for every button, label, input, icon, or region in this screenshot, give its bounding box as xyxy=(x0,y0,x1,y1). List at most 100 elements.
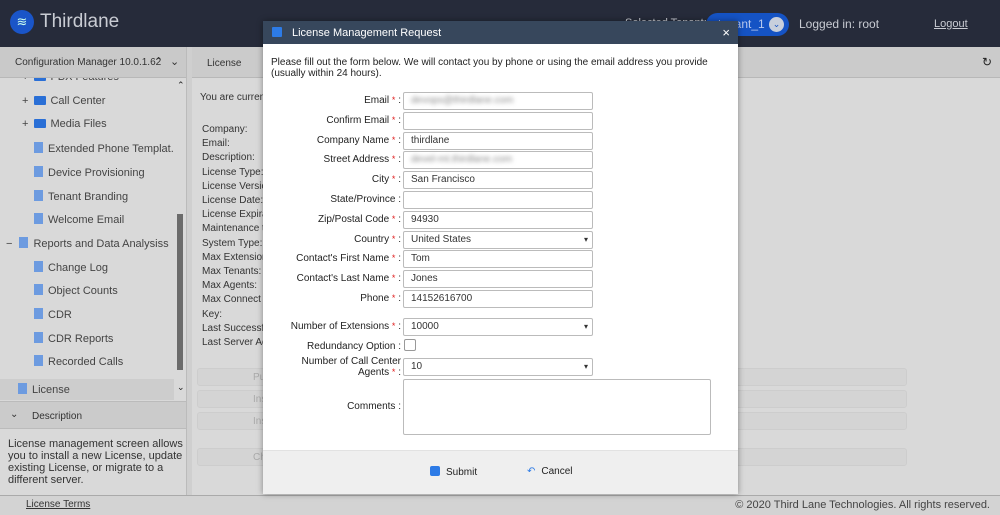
form-row: City * : San Francisco xyxy=(263,171,738,191)
contact-s-last-name-input[interactable]: Jones xyxy=(403,270,593,289)
sidebar-title: Configuration Manager 10.0.1.62 xyxy=(15,57,162,68)
sidebar-item[interactable]: + Call Center xyxy=(22,95,105,115)
form-row: Company Name * : thirdlane xyxy=(263,131,738,152)
license-field-label: Company: xyxy=(202,124,248,135)
state-province-input[interactable] xyxy=(403,191,593,209)
redundancy-row: Redundancy Option : xyxy=(263,338,738,358)
sidebar-item[interactable]: Object Counts xyxy=(34,284,118,304)
sidebar-item[interactable]: +PBX Features xyxy=(22,78,119,91)
form-row: Contact's Last Name * : Jones xyxy=(263,270,738,290)
license-field-label: Max Tenants: xyxy=(202,266,262,277)
sidebar-item[interactable]: CDR Reports xyxy=(34,331,113,352)
document-icon xyxy=(34,165,43,177)
sidebar-item[interactable]: Change Log xyxy=(34,260,108,281)
description-panel-header[interactable]: ⌄ Description xyxy=(0,401,186,429)
form-row: Street Address * : devel-mt.thirdlane.com xyxy=(263,151,738,171)
submit-button[interactable]: Submit xyxy=(430,466,477,478)
submit-icon xyxy=(430,466,440,476)
dialog-title: License Management Request xyxy=(292,27,442,39)
brand-name: Thirdlane xyxy=(40,11,120,32)
cancel-button[interactable]: ↶ Cancel xyxy=(527,466,573,477)
license-field-label: Maintenance t xyxy=(202,223,265,235)
form-row: Zip/Postal Code * :94930 xyxy=(263,210,738,231)
form-row: Country * : United States xyxy=(263,230,738,251)
license-field-label: License Date: xyxy=(202,195,264,206)
dialog-title-bar: License Management Request × xyxy=(263,21,738,44)
expand-icon[interactable]: + xyxy=(22,78,28,83)
footer: License Terms © 2020 Third Lane Technolo… xyxy=(0,495,1000,515)
email-input[interactable]: devops@thirdlane.com xyxy=(403,92,593,110)
license-field-label: Max Agents: xyxy=(202,280,258,292)
dialog-footer: Submit ↶ Cancel xyxy=(263,450,738,494)
sidebar-item[interactable]: Welcome Email xyxy=(34,213,124,233)
folder-icon xyxy=(34,119,47,129)
license-field-label: Max Connect xyxy=(202,294,261,306)
license-field-label: License Type: xyxy=(202,166,264,178)
document-icon xyxy=(19,236,29,248)
thirdlane-logo-icon: ≋ xyxy=(10,10,34,34)
zip-postal-code-input[interactable]: 94930 xyxy=(403,210,593,229)
sidebar-header: Configuration Manager 10.0.1.62 ⌃ ⌄ xyxy=(0,47,186,78)
expand-icon[interactable]: + xyxy=(22,95,28,107)
license-field-label: License Versic xyxy=(202,180,267,192)
document-icon xyxy=(34,189,43,201)
license-field-label: Last Server Ac xyxy=(202,337,268,348)
comments-textarea[interactable] xyxy=(403,379,711,435)
license-field-label: Max Extensior xyxy=(202,251,266,263)
folder-icon xyxy=(34,78,47,81)
city-input[interactable]: San Francisco xyxy=(403,171,593,190)
sidebar-item[interactable]: Device Provisioning xyxy=(34,165,145,186)
agents-select[interactable]: 10 xyxy=(403,358,593,376)
collapse-all-icon[interactable]: ⌃ xyxy=(154,55,163,68)
document-icon xyxy=(34,308,43,319)
refresh-icon[interactable]: ↻ xyxy=(982,55,992,69)
document-icon xyxy=(34,331,43,343)
street-address-input[interactable]: devel-mt.thirdlane.com xyxy=(403,151,593,170)
expand-icon[interactable]: + xyxy=(22,118,28,130)
license-field-label: System Type: xyxy=(202,237,263,249)
license-terms-link[interactable]: License Terms xyxy=(26,499,90,510)
sidebar-item[interactable]: CDR xyxy=(34,308,72,328)
confirm-email-input[interactable] xyxy=(403,111,593,130)
sidebar-item[interactable]: Extended Phone Templat... xyxy=(34,142,174,162)
sidebar-item[interactable]: + Media Files xyxy=(22,118,107,138)
license-field-label: License Expira xyxy=(202,209,268,221)
chevron-down-icon: ⌄ xyxy=(10,409,19,420)
form-row: Contact's First Name * : Tom xyxy=(263,250,738,270)
license-field-label: Last Successfi xyxy=(202,322,267,334)
extensions-row: Number of Extensions * :10000 xyxy=(263,318,738,338)
form-row: Email * : devops@thirdlane.com xyxy=(263,92,738,112)
form-row: State/Province : xyxy=(263,191,738,211)
scrollbar-thumb[interactable] xyxy=(177,214,183,370)
expand-all-icon[interactable]: ⌄ xyxy=(170,55,179,68)
document-icon xyxy=(18,383,27,394)
license-field-label: Description: xyxy=(202,152,255,164)
license-request-dialog: License Management Request × Please fill … xyxy=(263,21,738,494)
country-input[interactable]: United States xyxy=(403,230,593,249)
sidebar-item[interactable]: Tenant Branding xyxy=(34,189,128,210)
contact-s-first-name-input[interactable]: Tom xyxy=(403,250,593,269)
logged-in-status: Logged in: root xyxy=(799,17,880,31)
sidebar-item-license[interactable]: License xyxy=(0,379,174,400)
navigation-tree: +PBX Features +Call Center +Media Files Ext… xyxy=(0,78,174,400)
folder-icon xyxy=(34,95,47,105)
extensions-select[interactable]: 10000 xyxy=(403,318,593,336)
phone-input[interactable]: 14152616700 xyxy=(403,290,593,308)
comments-row: Comments : xyxy=(263,379,738,436)
collapse-icon[interactable]: − xyxy=(6,238,12,250)
license-field-label: Key: xyxy=(202,308,223,320)
document-icon xyxy=(34,142,43,154)
description-text: License management screen allows you to … xyxy=(8,438,183,486)
sidebar-item[interactable]: Recorded Calls xyxy=(34,355,123,375)
close-icon[interactable]: × xyxy=(722,25,730,40)
document-icon xyxy=(34,355,43,367)
form-row: Confirm Email * : xyxy=(263,111,738,132)
tab-license[interactable]: License xyxy=(207,58,241,69)
sidebar-item[interactable]: − Reports and Data Analysiss xyxy=(6,236,169,257)
form-icon xyxy=(272,27,282,37)
sidebar: Configuration Manager 10.0.1.62 ⌃ ⌄ +PBX… xyxy=(0,47,186,495)
current-license-text: You are current xyxy=(200,92,269,103)
logout-link[interactable]: Logout xyxy=(934,18,968,30)
company-name-input[interactable]: thirdlane xyxy=(403,131,593,150)
redundancy-checkbox[interactable] xyxy=(404,339,416,351)
